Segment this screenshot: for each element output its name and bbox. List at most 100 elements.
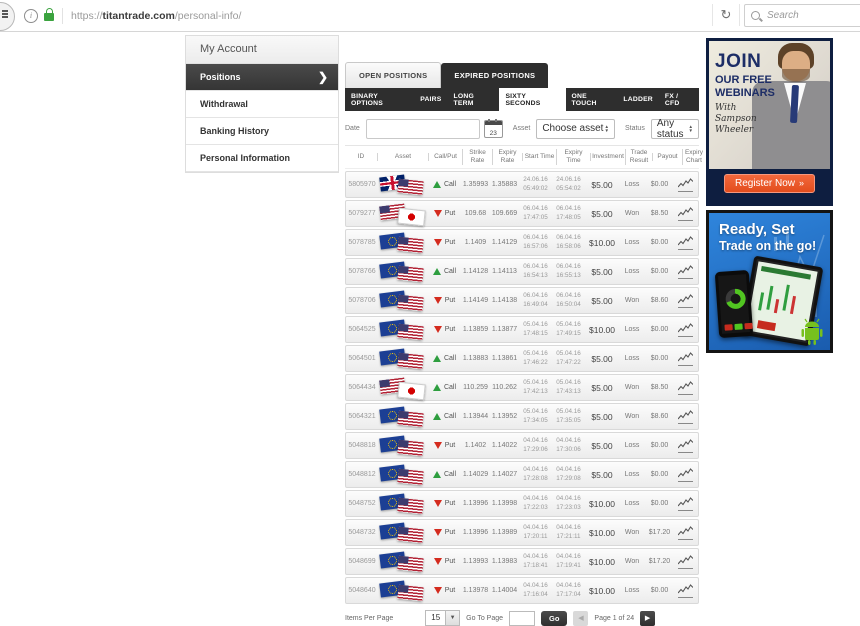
table-row[interactable]: 5078766 Call 1.14128 1.14113 06.04.16 16:… bbox=[345, 258, 699, 285]
table-row[interactable]: 5048812 Call 1.14029 1.14027 04.04.16 17:… bbox=[345, 461, 699, 488]
subtab-sixty-seconds[interactable]: SIXTY SECONDS bbox=[499, 88, 566, 111]
row-investment: $5.00 bbox=[591, 353, 613, 364]
prev-page-button[interactable]: ◀ bbox=[573, 610, 589, 626]
sidebar-header: My Account bbox=[186, 36, 338, 64]
flag-icon bbox=[397, 207, 426, 226]
expiry-chart-icon[interactable] bbox=[677, 525, 693, 540]
mobile-trading-ad-banner[interactable]: Ready, Set Trade on the go! bbox=[706, 210, 833, 353]
expiry-chart-icon[interactable] bbox=[677, 583, 693, 598]
reload-icon[interactable]: ↻ bbox=[712, 4, 740, 26]
table-row[interactable]: 5064321 Call 1.13944 1.13952 05.04.16 17:… bbox=[345, 403, 699, 430]
asset-flag-pair-icon bbox=[379, 203, 427, 226]
row-direction: Call bbox=[428, 355, 461, 362]
expiry-chart-icon[interactable] bbox=[677, 496, 693, 511]
asset-flag-pair-icon bbox=[379, 580, 427, 602]
row-id: 5805970 bbox=[348, 181, 376, 188]
subtab-pairs[interactable]: PAIRS bbox=[414, 88, 447, 111]
register-now-button[interactable]: Register Now» bbox=[723, 173, 816, 193]
expiry-chart-icon[interactable] bbox=[677, 177, 693, 192]
direction-triangle-icon bbox=[433, 558, 442, 565]
row-expiry-rate: 110.262 bbox=[492, 384, 517, 391]
table-row[interactable]: 5064501 Call 1.13883 1.13861 05.04.16 17:… bbox=[345, 345, 699, 372]
table-row[interactable]: 5064434 Call 110.259 110.262 05.04.16 17:… bbox=[345, 374, 699, 401]
row-trade-result: Loss bbox=[624, 500, 640, 507]
webinar-ad-photo: JOIN OUR FREE WEBINARS With Sampson Whee… bbox=[709, 41, 830, 169]
row-id: 5064434 bbox=[348, 384, 376, 391]
row-investment: $10.00 bbox=[589, 585, 615, 596]
lock-icon[interactable] bbox=[44, 8, 54, 21]
row-payout: $0.00 bbox=[650, 239, 669, 246]
row-expiry-rate: 1.13989 bbox=[491, 529, 518, 536]
flag-icon bbox=[397, 352, 424, 369]
expiry-chart-icon[interactable] bbox=[677, 467, 693, 482]
expiry-chart-icon[interactable] bbox=[677, 438, 693, 453]
items-per-page-select[interactable]: 15 ▼ bbox=[425, 610, 461, 626]
row-trade-result: Loss bbox=[624, 268, 640, 275]
table-row[interactable]: 5805970 Call 1.35993 1.35883 24.06.16 05:… bbox=[345, 171, 699, 198]
url-text[interactable]: https://titantrade.com/personal-info/ bbox=[71, 10, 241, 22]
row-strike-rate: 1.13996 bbox=[462, 500, 489, 507]
expiry-chart-icon[interactable] bbox=[677, 409, 693, 424]
sidebar-item-banking-history[interactable]: Banking History bbox=[186, 118, 338, 145]
row-expiry-time: 04.04.16 17:17:04 bbox=[556, 582, 581, 598]
table-row[interactable]: 5079277 Put 109.68 109.669 06.04.16 17:47… bbox=[345, 200, 699, 227]
browser-search-box[interactable] bbox=[744, 4, 860, 27]
search-input[interactable] bbox=[765, 9, 849, 22]
row-asset bbox=[378, 551, 428, 573]
select-arrows-icon: ▲ ▼ bbox=[604, 123, 609, 133]
asset-select[interactable]: Choose asset ▲ ▼ bbox=[536, 118, 615, 139]
positions-tabs: OPEN POSITIONS EXPIRED POSITIONS bbox=[345, 62, 699, 88]
row-investment: $5.00 bbox=[591, 469, 613, 480]
row-direction: Put bbox=[428, 558, 461, 565]
browser-menu-button[interactable] bbox=[0, 2, 15, 31]
row-id: 5048812 bbox=[348, 471, 376, 478]
subtab-binary-options[interactable]: BINARY OPTIONS bbox=[345, 88, 414, 111]
table-row[interactable]: 5078706 Put 1.14149 1.14138 06.04.16 16:4… bbox=[345, 287, 699, 314]
row-strike-rate: 1.35993 bbox=[462, 181, 489, 188]
expiry-chart-icon[interactable] bbox=[677, 351, 693, 366]
table-row[interactable]: 5048818 Put 1.1402 1.14022 04.04.16 17:29… bbox=[345, 432, 699, 459]
page-info-icon[interactable]: i bbox=[24, 8, 38, 23]
row-direction: Put bbox=[428, 500, 461, 507]
next-page-button[interactable]: ▶ bbox=[640, 610, 656, 626]
row-trade-result: Won bbox=[624, 384, 640, 391]
expiry-chart-icon[interactable] bbox=[677, 264, 693, 279]
sidebar-item-withdrawal[interactable]: Withdrawal bbox=[186, 91, 338, 118]
calendar-icon[interactable]: 23 bbox=[483, 118, 503, 138]
divider bbox=[62, 7, 63, 24]
table-row[interactable]: 5064525 Put 1.13859 1.13877 05.04.16 17:4… bbox=[345, 316, 699, 343]
expiry-chart-icon[interactable] bbox=[677, 380, 693, 395]
go-to-page-input[interactable] bbox=[509, 610, 535, 626]
direction-triangle-icon bbox=[433, 500, 442, 507]
asset-flag-pair-icon bbox=[379, 464, 427, 486]
row-expiry-rate: 1.13877 bbox=[491, 326, 518, 333]
expiry-chart-icon[interactable] bbox=[677, 293, 693, 308]
table-row[interactable]: 5078785 Put 1.1409 1.14129 06.04.16 16:57… bbox=[345, 229, 699, 256]
table-row[interactable]: 5048752 Put 1.13996 1.13998 04.04.16 17:2… bbox=[345, 490, 699, 517]
sidebar-item-personal-information[interactable]: Personal Information bbox=[186, 145, 338, 172]
subtab-fx-cfd[interactable]: FX / CFD bbox=[659, 88, 699, 111]
table-row[interactable]: 5048732 Put 1.13996 1.13989 04.04.16 17:2… bbox=[345, 519, 699, 546]
webinar-ad-banner[interactable]: JOIN OUR FREE WEBINARS With Sampson Whee… bbox=[706, 38, 833, 206]
table-row[interactable]: 5048699 Put 1.13993 1.13983 04.04.16 17:1… bbox=[345, 548, 699, 575]
subtab-ladder[interactable]: LADDER bbox=[617, 88, 659, 111]
expiry-chart-icon[interactable] bbox=[677, 322, 693, 337]
subtab-long-term[interactable]: LONG TERM bbox=[448, 88, 500, 111]
go-button[interactable]: Go bbox=[541, 610, 568, 626]
address-bar[interactable]: i https://titantrade.com/personal-info/ bbox=[24, 0, 241, 31]
subtab-one-touch[interactable]: ONE TOUCH bbox=[566, 88, 618, 111]
dropdown-arrow-icon: ▼ bbox=[446, 610, 461, 626]
flag-icon bbox=[397, 323, 424, 340]
tab-expired-positions[interactable]: EXPIRED POSITIONS bbox=[441, 63, 549, 88]
date-filter-input[interactable] bbox=[365, 118, 480, 139]
sidebar-item-positions[interactable]: Positions ❯ bbox=[186, 64, 338, 91]
webinar-ad-line2: OUR FREE bbox=[715, 74, 772, 86]
direction-label: Call bbox=[443, 181, 457, 188]
expiry-chart-icon[interactable] bbox=[677, 554, 693, 569]
tab-open-positions[interactable]: OPEN POSITIONS bbox=[345, 62, 442, 88]
expiry-chart-icon[interactable] bbox=[677, 206, 693, 221]
status-select[interactable]: Any status ▲ ▼ bbox=[650, 118, 699, 140]
row-investment: $5.00 bbox=[591, 382, 613, 393]
expiry-chart-icon[interactable] bbox=[677, 235, 693, 250]
row-payout: $0.00 bbox=[650, 471, 669, 478]
